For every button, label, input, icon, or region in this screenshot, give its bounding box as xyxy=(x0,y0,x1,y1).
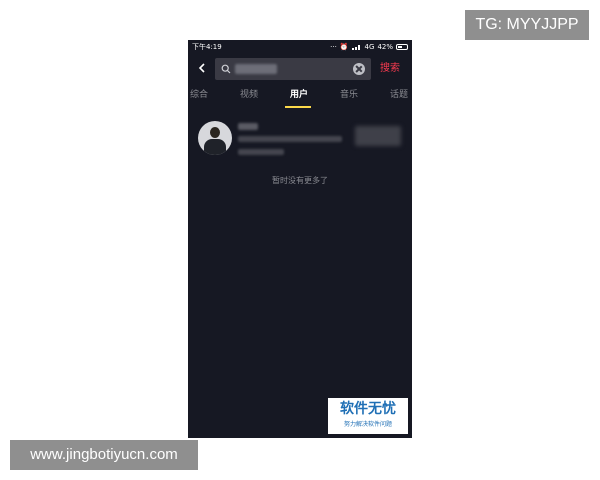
signal-icon xyxy=(351,44,362,50)
no-more-message: 暂时没有更多了 xyxy=(272,176,328,185)
tab-comprehensive[interactable]: 综合 xyxy=(190,88,208,102)
active-tab-indicator xyxy=(285,106,311,108)
network-type: 4G xyxy=(364,43,375,51)
watermark-logo: 软件无忧 努力解决软件问题 xyxy=(328,398,408,434)
search-query-blurred xyxy=(235,64,277,74)
screenshot-canvas: TG: MYYJJPP 下午4:19 ··· ⏰ 4G 42% 搜索 综合 视频… xyxy=(0,0,600,480)
username-blurred xyxy=(238,123,258,130)
status-indicators: ··· ⏰ 4G 42% xyxy=(330,40,408,54)
search-input[interactable] xyxy=(215,58,371,80)
telegram-badge: TG: MYYJJPP xyxy=(465,10,589,40)
tab-music[interactable]: 音乐 xyxy=(340,88,358,102)
alarm-icon: ⏰ xyxy=(339,43,349,51)
phone-screen: 下午4:19 ··· ⏰ 4G 42% 搜索 综合 视频 用户 音乐 话题 暂时… xyxy=(188,40,412,438)
status-time: 下午4:19 xyxy=(192,43,222,51)
back-arrow-icon[interactable] xyxy=(197,63,207,73)
website-badge: www.jingbotiyucn.com xyxy=(10,440,198,470)
watermark-title: 软件无忧 xyxy=(340,401,396,417)
user-result-row[interactable] xyxy=(188,120,412,160)
search-row: 搜索 xyxy=(188,57,412,81)
avatar[interactable] xyxy=(198,121,232,155)
tab-topics[interactable]: 话题 xyxy=(390,88,408,102)
user-info-blurred xyxy=(238,136,342,142)
battery-icon xyxy=(396,44,408,50)
search-button[interactable]: 搜索 xyxy=(380,61,400,77)
watermark-subtitle: 努力解决软件问题 xyxy=(343,421,392,428)
dots-icon: ··· xyxy=(330,43,337,51)
tab-videos[interactable]: 视频 xyxy=(240,88,258,102)
clear-icon[interactable] xyxy=(353,63,365,75)
user-meta-blurred xyxy=(238,149,284,155)
battery-percent: 42% xyxy=(377,43,393,51)
follow-button-blurred[interactable] xyxy=(355,126,401,146)
tab-users[interactable]: 用户 xyxy=(290,88,308,102)
status-bar: 下午4:19 ··· ⏰ 4G 42% xyxy=(188,40,412,54)
search-icon xyxy=(221,64,231,74)
result-tabs: 综合 视频 用户 音乐 话题 xyxy=(188,88,412,110)
